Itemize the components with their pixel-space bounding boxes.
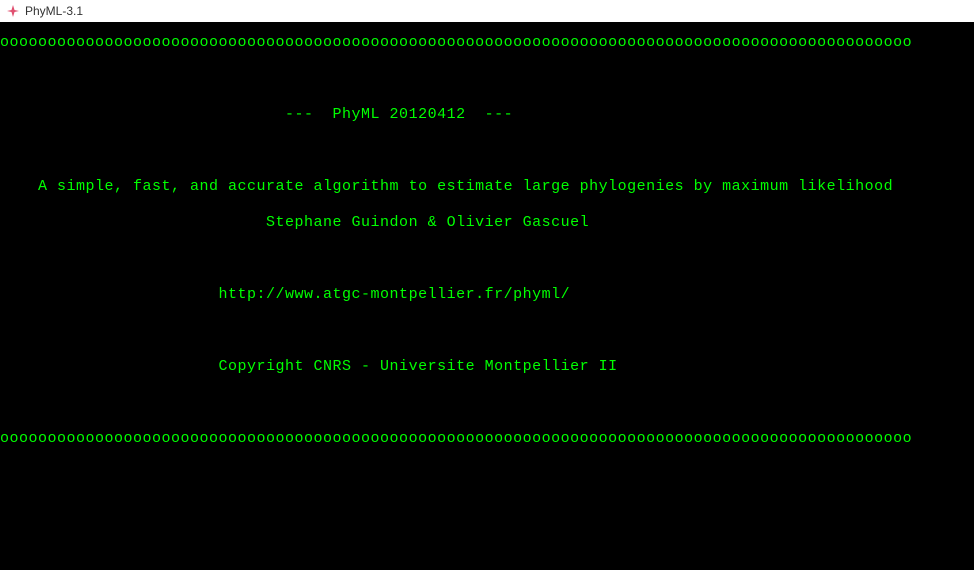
banner-line: --- PhyML 20120412 --- <box>0 106 974 124</box>
url-line: http://www.atgc-montpellier.fr/phyml/ <box>0 286 974 304</box>
terminal-output: oooooooooooooooooooooooooooooooooooooooo… <box>0 22 974 570</box>
window-titlebar: PhyML-3.1 <box>0 0 974 22</box>
app-icon <box>6 4 20 18</box>
border-top: oooooooooooooooooooooooooooooooooooooooo… <box>0 34 974 52</box>
border-bottom: oooooooooooooooooooooooooooooooooooooooo… <box>0 430 974 448</box>
authors-line: Stephane Guindon & Olivier Gascuel <box>0 214 974 232</box>
copyright-line: Copyright CNRS - Universite Montpellier … <box>0 358 974 376</box>
terminal-area[interactable]: oooooooooooooooooooooooooooooooooooooooo… <box>0 22 974 570</box>
description-line: A simple, fast, and accurate algorithm t… <box>0 178 974 196</box>
window-title: PhyML-3.1 <box>25 4 83 18</box>
